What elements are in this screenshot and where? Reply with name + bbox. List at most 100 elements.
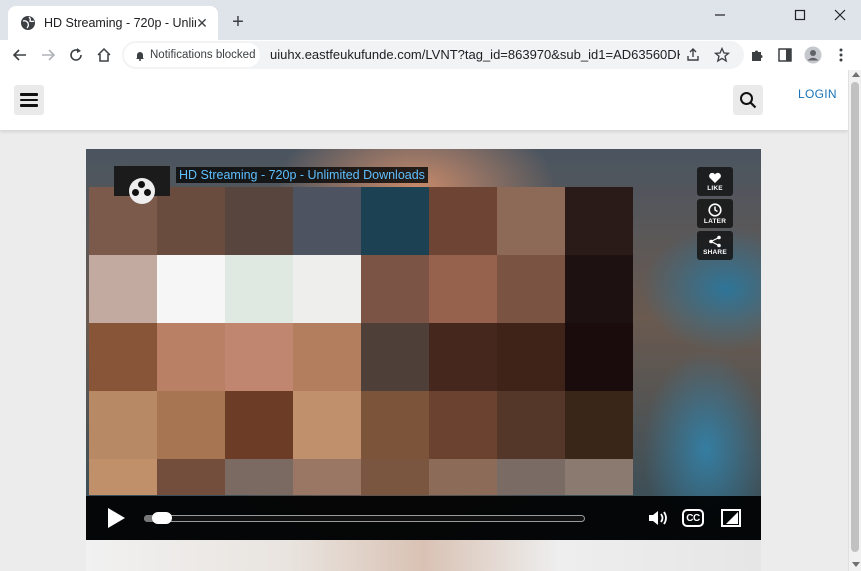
later-label: LATER: [703, 217, 727, 225]
notifications-chip-label: Notifications blocked: [150, 49, 256, 61]
hamburger-line-icon: [20, 98, 38, 102]
mosaic-tile: [157, 459, 225, 495]
share-icon: [709, 235, 721, 248]
mosaic-tile: [225, 391, 293, 459]
close-tab-icon[interactable]: ✕: [194, 15, 210, 31]
mosaic-tile: [157, 391, 225, 459]
hamburger-line-icon: [20, 104, 38, 107]
browser-window: HD Streaming - 720p - Unlimited Download…: [0, 0, 861, 571]
mosaic-tile: [429, 323, 497, 391]
scrollbar-thumb[interactable]: [851, 82, 859, 552]
pixelated-video-frame: [89, 187, 639, 497]
browser-tab[interactable]: HD Streaming - 720p - Unlimited Download…: [8, 6, 218, 40]
bookmark-star-icon[interactable]: [711, 44, 733, 66]
maximize-icon[interactable]: [780, 0, 820, 30]
bell-blocked-icon: [134, 49, 146, 61]
like-label: LIKE: [707, 184, 723, 192]
url-text[interactable]: uiuhx.eastfeukufunde.com/LVNT?tag_id=863…: [270, 47, 680, 62]
mosaic-tile: [497, 255, 565, 323]
mosaic-tile: [497, 391, 565, 459]
side-panel-icon[interactable]: [773, 43, 797, 67]
heart-icon: [709, 172, 721, 183]
mosaic-tile: [497, 187, 565, 255]
mosaic-tile: [361, 323, 429, 391]
mosaic-tile: [429, 459, 497, 495]
play-icon[interactable]: [108, 508, 125, 528]
cc-label: CC: [682, 509, 704, 527]
hamburger-line-icon: [20, 93, 38, 96]
closed-captions-icon[interactable]: CC: [681, 507, 705, 529]
mosaic-tile: [429, 255, 497, 323]
mosaic-tile: [89, 459, 157, 495]
video-title[interactable]: HD Streaming - 720p - Unlimited Download…: [176, 167, 428, 183]
mosaic-tile: [565, 323, 633, 391]
address-bar[interactable]: Notifications blocked uiuhx.eastfeukufun…: [122, 41, 744, 69]
browser-menu-kebab-icon[interactable]: [829, 43, 853, 67]
progress-knob[interactable]: [152, 512, 173, 524]
login-link[interactable]: LOGIN: [798, 87, 837, 101]
new-tab-icon[interactable]: +: [228, 11, 248, 33]
film-reel-icon: [129, 178, 155, 204]
page-viewport: LOGIN HD Streaming - 720p - Unlimited Do…: [0, 70, 848, 571]
search-button[interactable]: [733, 85, 763, 115]
mosaic-tile: [497, 459, 565, 495]
share-button[interactable]: SHARE: [697, 231, 733, 260]
progress-track[interactable]: [144, 515, 585, 522]
mosaic-tile: [497, 323, 565, 391]
mosaic-tile: [565, 391, 633, 459]
mosaic-tile: [429, 391, 497, 459]
page-scrollbar[interactable]: [848, 70, 861, 571]
back-arrow-icon[interactable]: [7, 42, 33, 68]
mosaic-tile: [293, 459, 361, 495]
mosaic-tile: [225, 187, 293, 255]
video-player[interactable]: HD Streaming - 720p - Unlimited Download…: [86, 149, 761, 571]
hamburger-menu-button[interactable]: [14, 85, 44, 115]
mosaic-tile: [293, 323, 361, 391]
minimize-icon[interactable]: [700, 0, 740, 30]
mosaic-tile: [429, 187, 497, 255]
mosaic-tile: [89, 255, 157, 323]
mosaic-tile: [293, 255, 361, 323]
channel-thumbnail[interactable]: [114, 166, 170, 204]
mosaic-tile: [565, 459, 633, 495]
forward-arrow-icon[interactable]: [35, 42, 61, 68]
reload-icon[interactable]: [63, 42, 89, 68]
mosaic-tile: [565, 187, 633, 255]
mosaic-tile: [157, 255, 225, 323]
mosaic-tile: [293, 391, 361, 459]
mosaic-tile: [89, 391, 157, 459]
volume-icon[interactable]: [647, 507, 671, 529]
mosaic-tile: [89, 323, 157, 391]
notifications-blocked-chip[interactable]: Notifications blocked: [124, 43, 260, 67]
below-player-content: [86, 540, 761, 571]
mosaic-tile: [225, 459, 293, 495]
mosaic-tile: [157, 187, 225, 255]
mosaic-tile: [361, 459, 429, 495]
globe-icon: [20, 15, 36, 31]
mosaic-tile: [225, 255, 293, 323]
share-label: SHARE: [703, 249, 727, 256]
mosaic-tile: [293, 187, 361, 255]
profile-avatar-icon[interactable]: [801, 43, 825, 67]
mosaic-tile: [361, 255, 429, 323]
fullscreen-icon[interactable]: [719, 507, 743, 529]
like-button[interactable]: LIKE: [697, 167, 733, 196]
scroll-down-arrow-icon[interactable]: [852, 562, 860, 567]
watch-later-button[interactable]: LATER: [697, 199, 733, 228]
tab-strip: HD Streaming - 720p - Unlimited Download…: [0, 0, 861, 40]
share-page-icon[interactable]: [682, 44, 704, 66]
tab-title: HD Streaming - 720p - Unlimited Download…: [44, 16, 196, 30]
scroll-up-arrow-icon[interactable]: [852, 72, 860, 77]
mosaic-tile: [361, 187, 429, 255]
player-control-bar: CC: [86, 496, 761, 540]
close-window-icon[interactable]: [820, 0, 860, 30]
mosaic-tile: [361, 391, 429, 459]
browser-toolbar: Notifications blocked uiuhx.eastfeukufun…: [0, 40, 861, 70]
search-icon: [740, 92, 757, 109]
home-icon[interactable]: [91, 42, 117, 68]
mosaic-tile: [225, 323, 293, 391]
extensions-puzzle-icon[interactable]: [745, 43, 769, 67]
mosaic-tile: [157, 323, 225, 391]
mosaic-tile: [565, 255, 633, 323]
clock-icon: [708, 202, 722, 217]
